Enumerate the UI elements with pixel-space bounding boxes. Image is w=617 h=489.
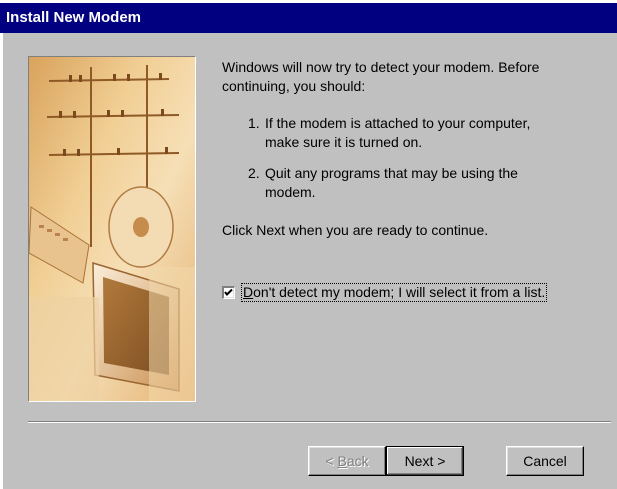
step-text: Quit any programs that may be using the … [265, 165, 518, 200]
modem-illustration-icon [29, 57, 195, 401]
mnemonic-d: D [243, 283, 254, 300]
dont-detect-checkbox[interactable] [222, 285, 235, 299]
step-number: 2. [248, 165, 260, 181]
dont-detect-label-text: on't detect my modem; I will select it f… [253, 283, 546, 300]
install-modem-window: Install New Modem Windows will now try t… [0, 0, 617, 489]
window-left-edge [0, 33, 3, 489]
continue-instruction: Click Next when you are ready to continu… [222, 222, 489, 238]
intro-text: Windows will now try to detect your mode… [222, 59, 540, 94]
mnemonic-b: B [337, 453, 347, 469]
back-label: ack [346, 453, 369, 469]
next-button[interactable]: Next > [386, 446, 464, 476]
window-title: Install New Modem [6, 9, 142, 26]
back-button[interactable]: < Back [308, 446, 386, 476]
dont-detect-checkbox-row[interactable]: Don't detect my modem; I will select it … [222, 282, 548, 302]
back-prefix: < [325, 453, 338, 469]
separator [28, 421, 611, 423]
list-item: 1. If the modem is attached to your comp… [248, 114, 565, 152]
list-item: 2. Quit any programs that may be using t… [248, 164, 565, 202]
title-bar[interactable]: Install New Modem [0, 3, 617, 33]
step-number: 1. [248, 115, 260, 131]
dont-detect-label[interactable]: Don't detect my modem; I will select it … [240, 282, 548, 302]
instructions-panel: Windows will now try to detect your mode… [222, 58, 612, 240]
checkmark-icon [224, 288, 233, 296]
cancel-button[interactable]: Cancel [506, 446, 584, 476]
wizard-image [28, 56, 196, 402]
step-text: If the modem is attached to your compute… [265, 115, 531, 150]
